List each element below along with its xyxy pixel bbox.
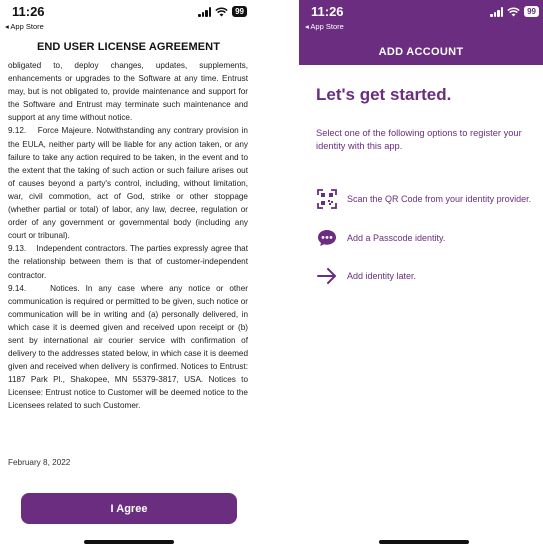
welcome-heading: Let's get started. — [316, 85, 452, 104]
status-time: 11:26 — [12, 4, 45, 19]
eula-paragraph: 9.12. Force Majeure. Notwithstanding any… — [8, 126, 248, 241]
status-time: 11:26 — [311, 4, 344, 19]
scan-qr-label: Scan the QR Code from your identity prov… — [347, 194, 532, 204]
cellular-signal-icon — [490, 6, 504, 17]
page-title: ADD ACCOUNT — [378, 46, 464, 58]
eula-screen: 11:26 ◂ App Store 99 END USER LICENSE AG… — [0, 0, 257, 550]
back-to-app-store-link[interactable]: ◂ App Store — [5, 22, 44, 31]
home-indicator[interactable] — [84, 540, 174, 544]
status-icons: 99 — [490, 6, 539, 17]
battery-icon: 99 — [524, 6, 539, 17]
add-passcode-label: Add a Passcode identity. — [347, 233, 446, 243]
eula-date: February 8, 2022 — [8, 458, 71, 467]
status-bar: 11:26 ◂ App Store 99 — [0, 0, 257, 40]
status-icons: 99 — [198, 6, 247, 17]
add-later-option[interactable]: Add identity later. — [316, 265, 416, 287]
wifi-icon — [507, 6, 520, 16]
home-indicator[interactable] — [379, 540, 469, 544]
arrow-right-icon — [316, 265, 338, 287]
wifi-icon — [215, 6, 228, 16]
back-to-app-store-link[interactable]: ◂ App Store — [305, 22, 344, 31]
add-later-label: Add identity later. — [347, 271, 417, 281]
eula-text[interactable]: obligated to, deploy changes, updates, s… — [8, 59, 248, 413]
qr-code-icon — [316, 188, 338, 210]
page-title: END USER LICENSE AGREEMENT — [36, 41, 221, 53]
battery-icon: 99 — [232, 6, 247, 17]
cellular-signal-icon — [198, 6, 212, 17]
header-bar: 11:26 ◂ App Store 99 ADD ACCOUNT — [299, 0, 543, 65]
screen-separator — [257, 0, 299, 550]
scan-qr-option[interactable]: Scan the QR Code from your identity prov… — [316, 188, 531, 210]
add-passcode-option[interactable]: Add a Passcode identity. — [316, 227, 445, 249]
add-account-screen: 11:26 ◂ App Store 99 ADD ACCOUNT Let's g… — [299, 0, 543, 550]
eula-paragraph: 9.14. Notices. In any case where any not… — [8, 283, 248, 411]
chat-bubble-icon — [316, 227, 338, 249]
intro-text: Select one of the following options to r… — [316, 128, 522, 151]
eula-paragraph: 9.13. Independent contractors. The parti… — [8, 244, 248, 280]
i-agree-button[interactable]: I Agree — [21, 493, 237, 524]
eula-paragraph: obligated to, deploy changes, updates, s… — [8, 61, 248, 123]
